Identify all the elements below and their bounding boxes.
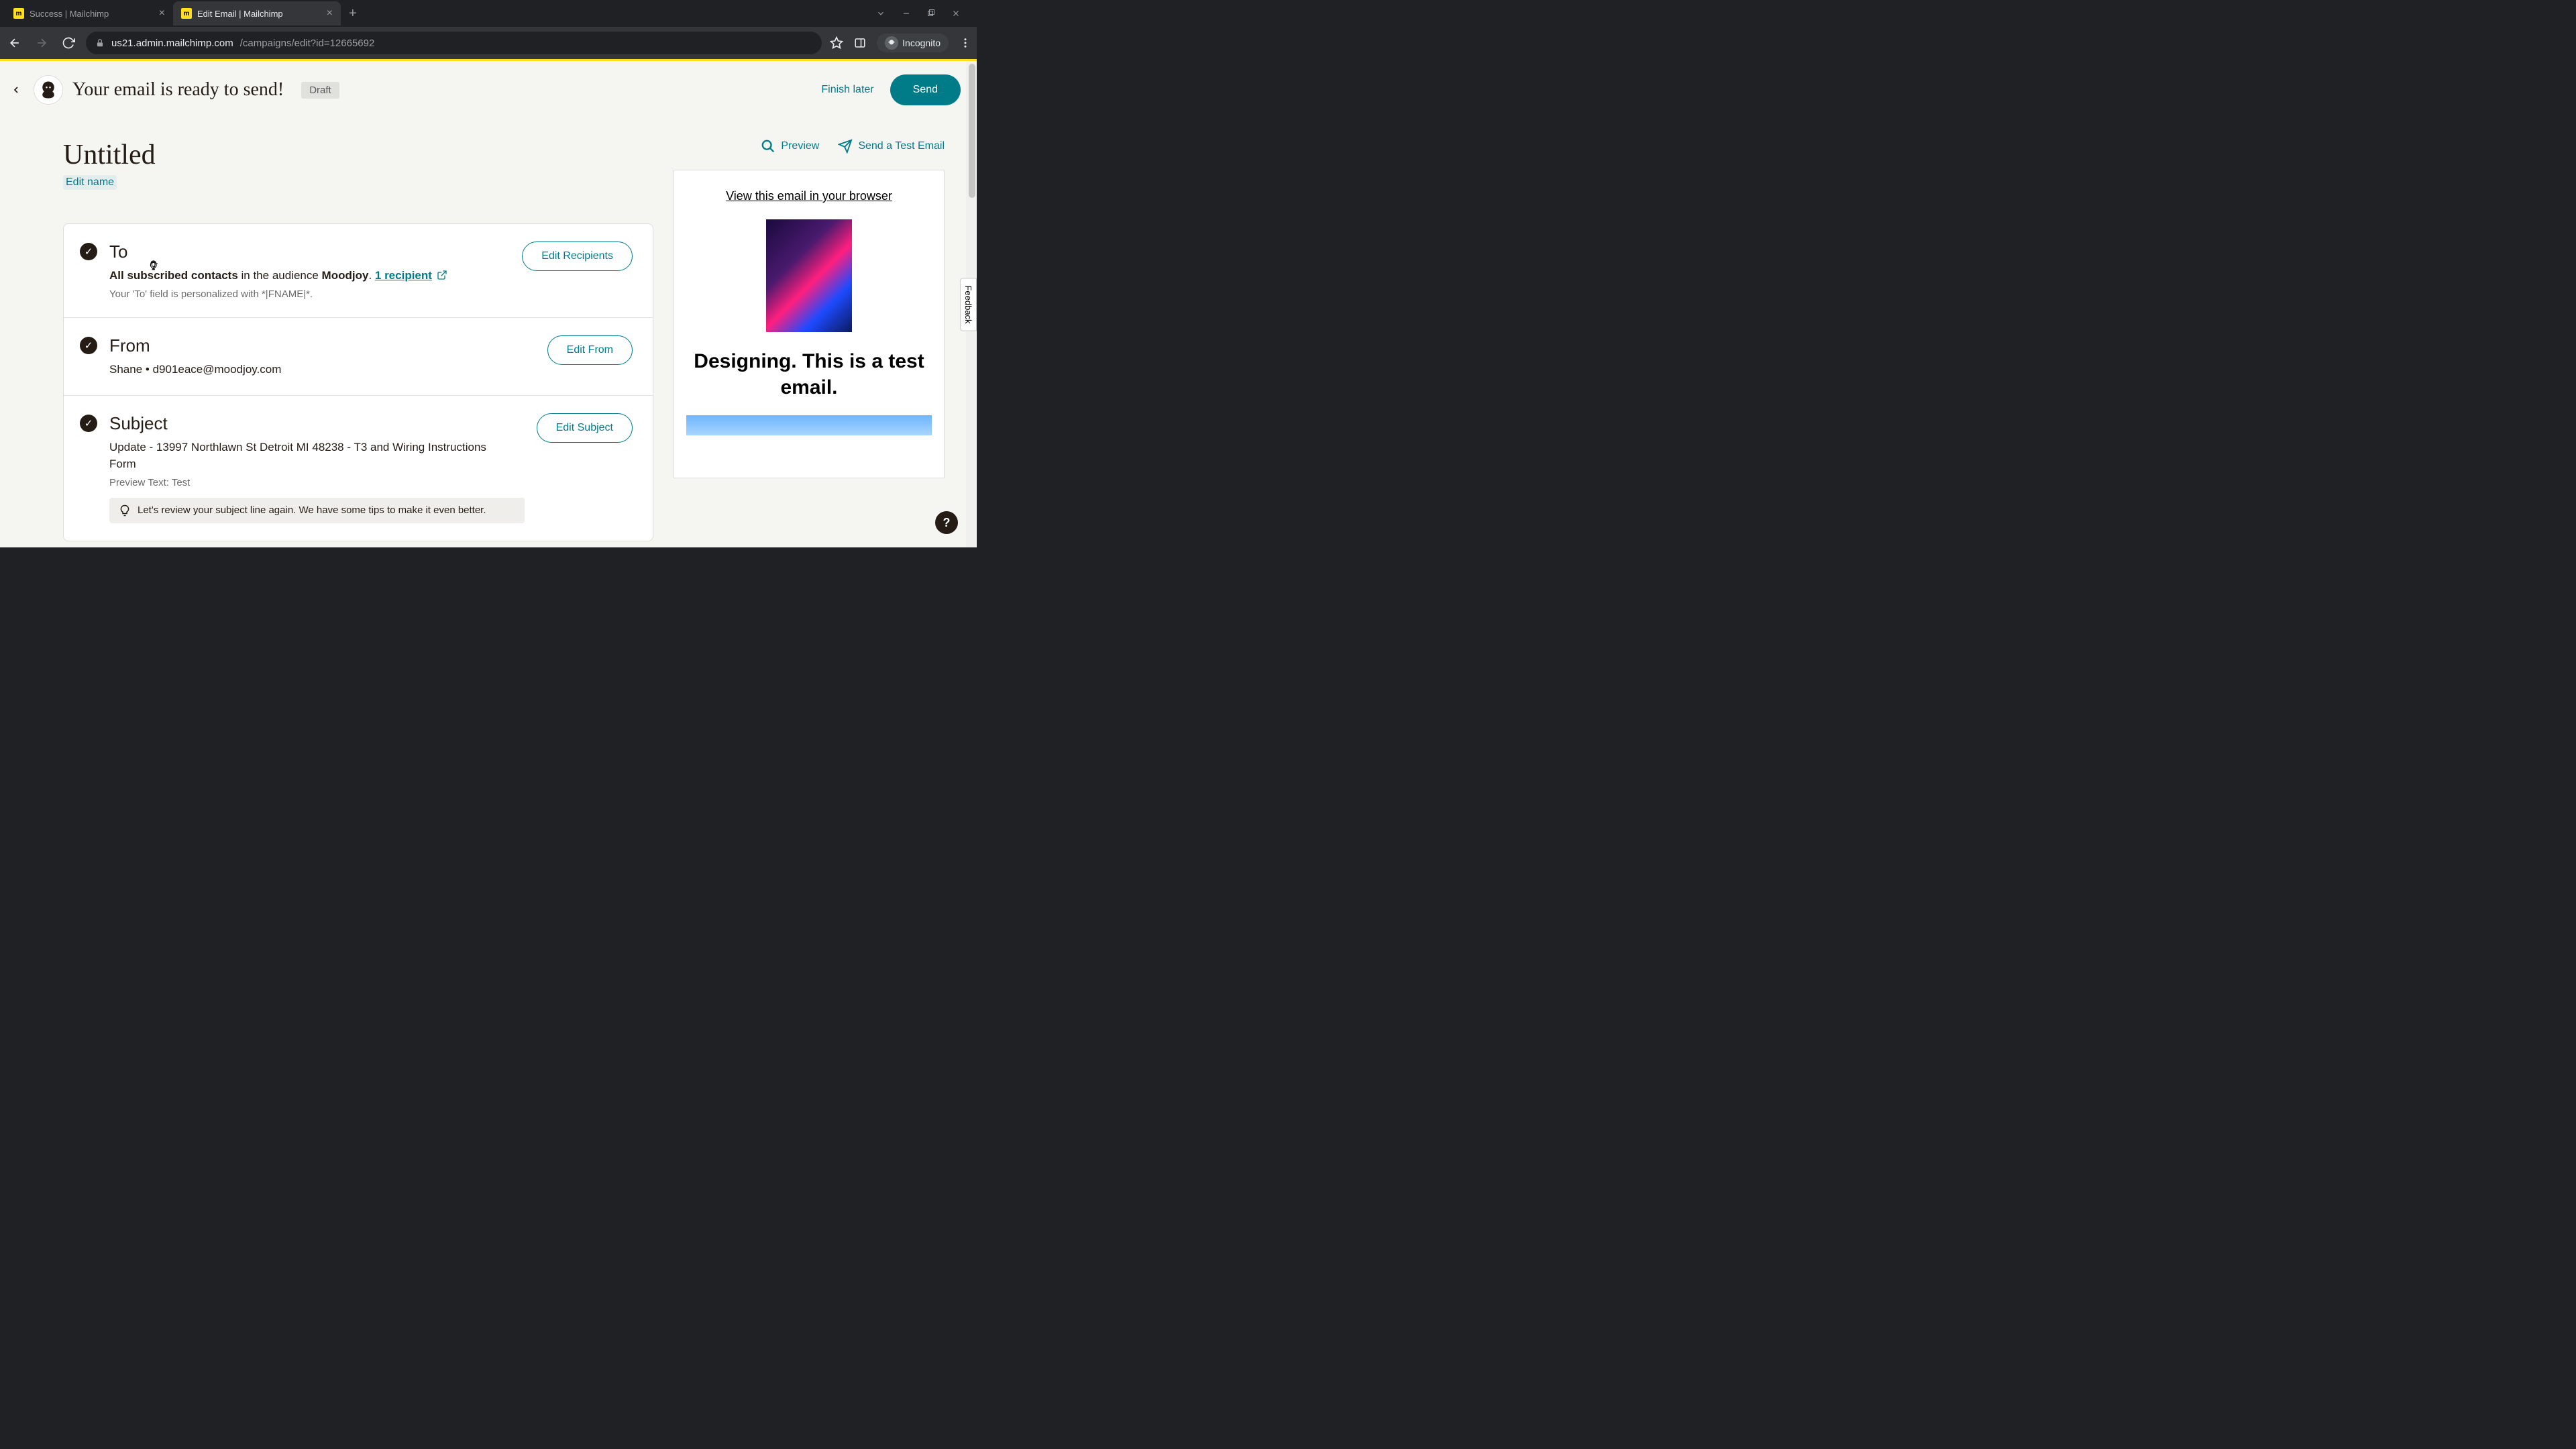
send-icon	[838, 139, 853, 154]
tab-title: Success | Mailchimp	[30, 9, 109, 19]
help-button[interactable]: ?	[935, 511, 958, 534]
feedback-tab[interactable]: Feedback	[960, 278, 977, 331]
preview-link[interactable]: Preview	[761, 139, 819, 154]
tab-success[interactable]: m Success | Mailchimp ×	[5, 1, 173, 25]
email-preview-pane[interactable]: View this email in your browser Designin…	[674, 170, 945, 478]
preview-image-2	[686, 415, 932, 435]
card-title: From	[109, 335, 535, 356]
edit-name-link[interactable]: Edit name	[63, 175, 117, 190]
minimize-icon[interactable]	[902, 9, 911, 18]
incognito-badge[interactable]: Incognito	[877, 34, 949, 52]
url-bar-row: us21.admin.mailchimp.com/campaigns/edit?…	[0, 27, 977, 59]
to-strong2: Moodjoy	[322, 269, 369, 282]
preview-actions: Preview Send a Test Email	[674, 139, 945, 154]
maximize-icon[interactable]	[927, 9, 935, 18]
incognito-icon	[885, 36, 898, 50]
window-controls	[876, 9, 971, 18]
to-mid: in the audience	[238, 269, 322, 282]
url-path: /campaigns/edit?id=12665692	[240, 38, 375, 49]
card-title: Subject	[109, 413, 525, 434]
finish-later-link[interactable]: Finish later	[821, 84, 873, 96]
preview-label: Preview	[781, 140, 819, 152]
back-chevron-icon[interactable]	[8, 82, 24, 98]
status-badge: Draft	[301, 82, 339, 99]
to-strong1: All subscribed contacts	[109, 269, 238, 282]
from-sep: •	[142, 363, 152, 376]
card-subject: ✓ Subject Update - 13997 Northlawn St De…	[64, 396, 653, 540]
edit-from-button[interactable]: Edit From	[547, 335, 633, 365]
url-actions: Incognito	[830, 34, 971, 52]
preview-heading: Designing. This is a test email.	[686, 348, 932, 400]
mailchimp-favicon: m	[181, 8, 192, 19]
back-button[interactable]	[5, 34, 24, 52]
card-to-desc: All subscribed contacts in the audience …	[109, 268, 510, 284]
from-email: d901eace@moodjoy.com	[153, 363, 282, 376]
kebab-icon[interactable]	[959, 37, 971, 49]
lock-icon	[95, 38, 105, 48]
tip-text: Let's review your subject line again. We…	[138, 504, 486, 516]
check-icon: ✓	[80, 243, 97, 260]
tab-title: Edit Email | Mailchimp	[197, 9, 283, 19]
panel-icon[interactable]	[854, 37, 866, 49]
preview-image	[766, 219, 852, 332]
mailchimp-logo-icon[interactable]	[34, 75, 63, 105]
close-icon[interactable]: ×	[327, 7, 333, 19]
lightbulb-icon	[119, 504, 131, 517]
subject-tip: Let's review your subject line again. We…	[109, 498, 525, 523]
close-icon[interactable]: ×	[159, 7, 165, 19]
address-bar[interactable]: us21.admin.mailchimp.com/campaigns/edit?…	[86, 32, 822, 54]
check-icon: ✓	[80, 337, 97, 354]
incognito-label: Incognito	[902, 38, 941, 48]
card-from: ✓ From Shane • d901eace@moodjoy.com Edit…	[64, 318, 653, 396]
page-header: Your email is ready to send! Draft Finis…	[0, 61, 977, 119]
edit-recipients-button[interactable]: Edit Recipients	[522, 241, 633, 271]
subject-text: Update - 13997 Northlawn St Detroit MI 4…	[109, 439, 505, 472]
send-test-label: Send a Test Email	[858, 140, 945, 152]
reload-button[interactable]	[59, 34, 78, 52]
send-button[interactable]: Send	[890, 74, 961, 105]
mailchimp-favicon: m	[13, 8, 24, 19]
from-name: Shane	[109, 363, 142, 376]
campaign-name: Untitled	[63, 139, 653, 171]
scrollbar-thumb[interactable]	[969, 64, 975, 198]
view-in-browser-link[interactable]: View this email in your browser	[686, 189, 932, 203]
recipient-link[interactable]: 1 recipient	[375, 269, 432, 282]
check-icon: ✓	[80, 415, 97, 432]
close-window-icon[interactable]	[951, 9, 961, 18]
bookmark-icon[interactable]	[830, 36, 843, 50]
edit-subject-button[interactable]: Edit Subject	[537, 413, 633, 443]
search-icon	[761, 139, 775, 154]
card-from-desc: Shane • d901eace@moodjoy.com	[109, 362, 535, 378]
forward-button[interactable]	[32, 34, 51, 52]
browser-chrome: m Success | Mailchimp × m Edit Email | M…	[0, 0, 977, 59]
tab-bar: m Success | Mailchimp × m Edit Email | M…	[0, 0, 977, 27]
card-to: ✓ To All subscribed contacts in the audi…	[64, 224, 653, 318]
page-title: Your email is ready to send!	[72, 79, 284, 101]
external-link-icon	[437, 269, 447, 282]
subject-preview-text: Preview Text: Test	[109, 477, 525, 488]
card-title: To	[109, 241, 510, 262]
to-period: .	[368, 269, 374, 282]
to-subtext: Your 'To' field is personalized with *|F…	[109, 288, 510, 300]
new-tab-button[interactable]: +	[341, 6, 365, 21]
send-test-link[interactable]: Send a Test Email	[838, 139, 945, 154]
tab-edit-email[interactable]: m Edit Email | Mailchimp ×	[173, 1, 341, 25]
chevron-down-icon[interactable]	[876, 9, 885, 18]
url-host: us21.admin.mailchimp.com	[111, 38, 233, 49]
setup-cards: ✓ To All subscribed contacts in the audi…	[63, 223, 653, 541]
page: Your email is ready to send! Draft Finis…	[0, 59, 977, 547]
